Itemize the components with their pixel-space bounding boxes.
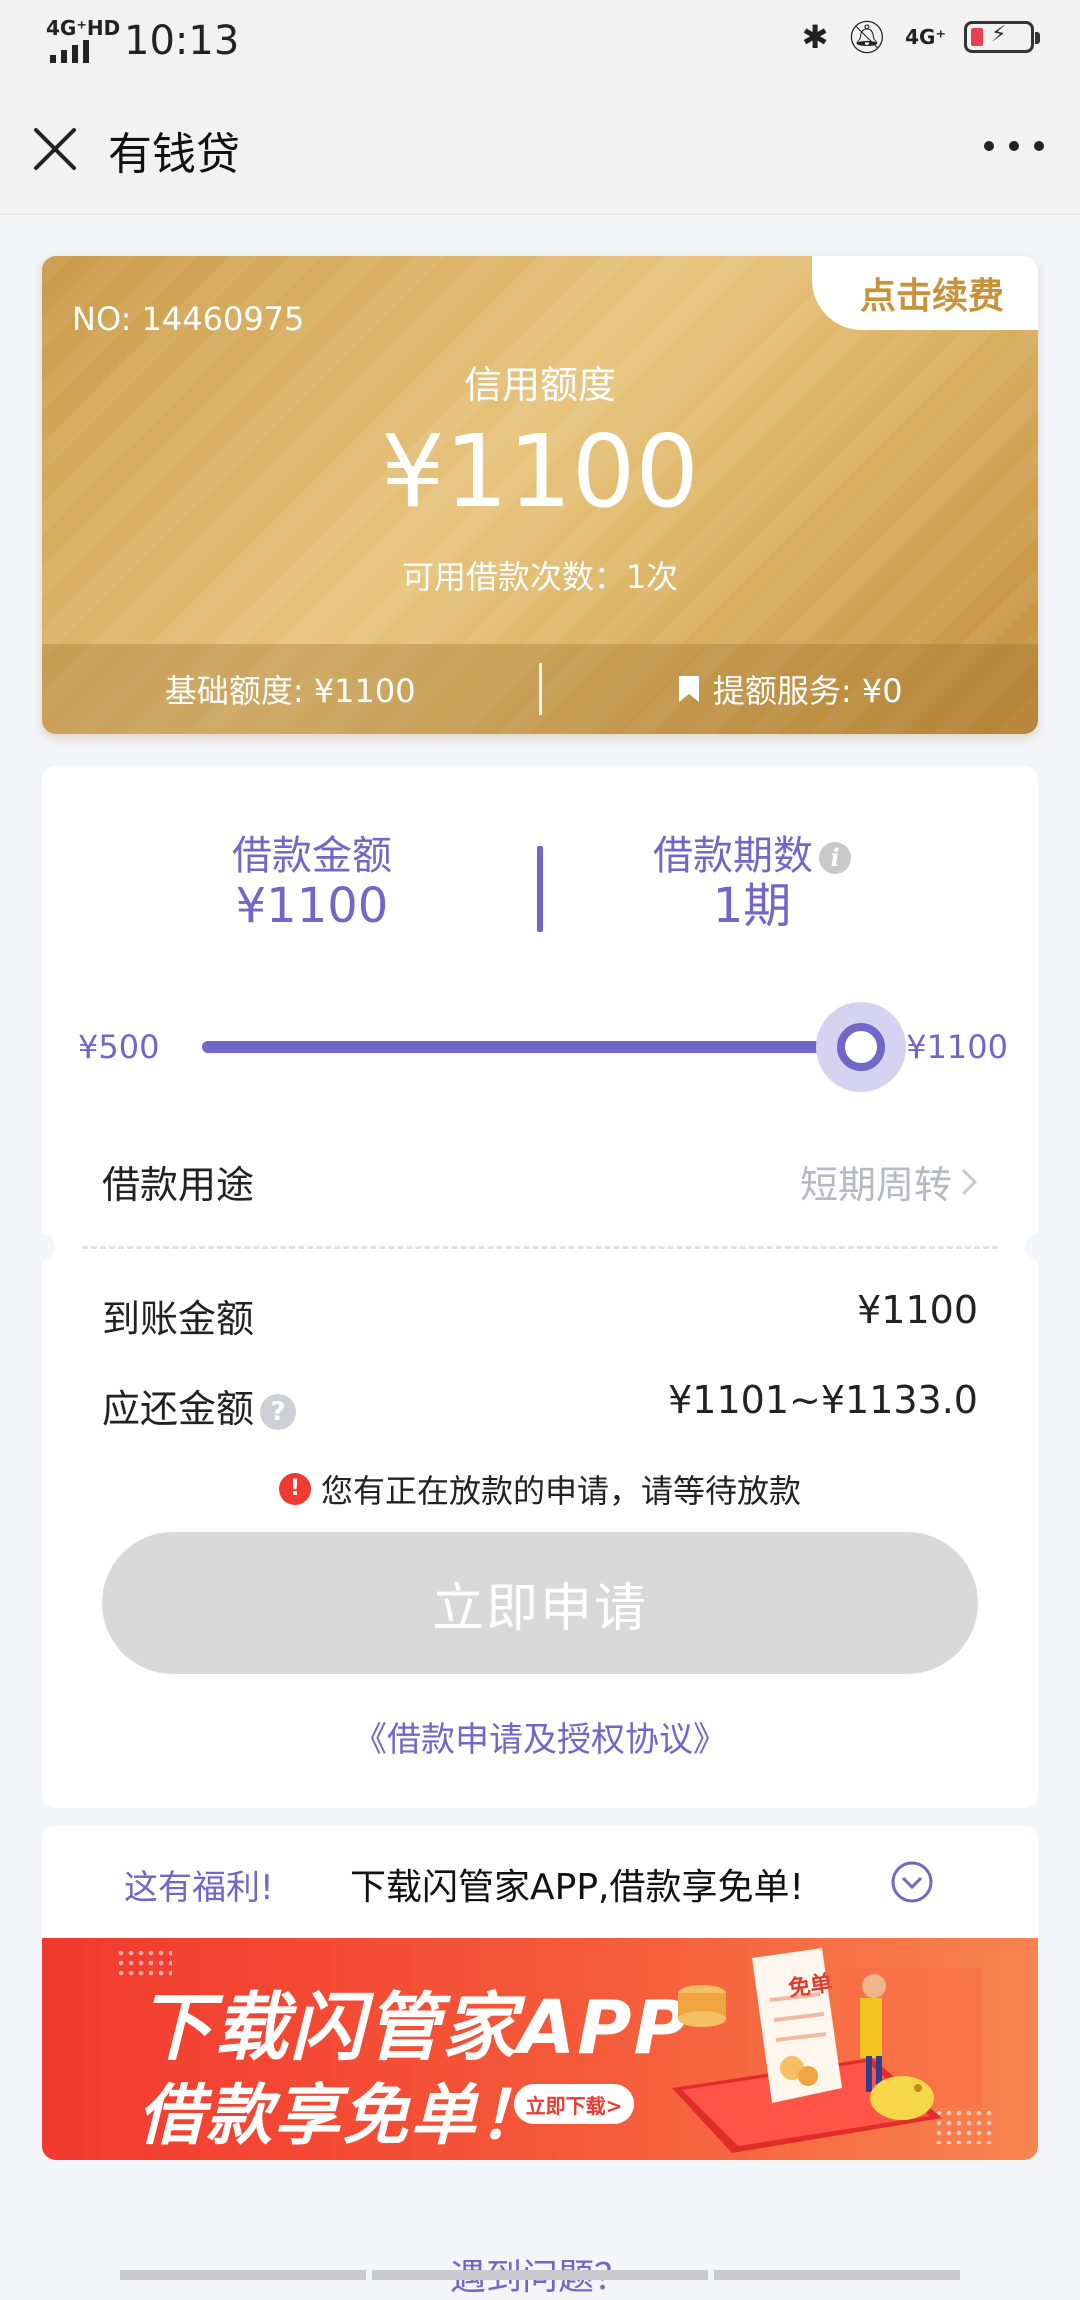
ticket-notch-left (29, 1234, 55, 1260)
help-icon[interactable]: ? (260, 1393, 297, 1430)
network-type-right: 4G⁺ (905, 25, 946, 49)
credit-card: 点击续费 NO: 14460975 信用额度 ¥1100 可用借款次数：1次 基… (42, 256, 1038, 734)
more-dots-icon[interactable] (984, 126, 1044, 166)
footer-tab-right (714, 2270, 960, 2280)
amount-slider-thumb[interactable] (816, 1002, 906, 1092)
boost-service[interactable]: 提额服务: ¥0 (542, 666, 1039, 712)
signal-icon (50, 40, 89, 63)
credit-limit-amount: ¥1100 (380, 413, 700, 530)
loan-term: 借款期数 i 1期 (562, 834, 942, 933)
loan-amount: 借款金额 ¥1100 (122, 834, 502, 933)
promo-text: 下载闪管家APP,借款享免单! (350, 1867, 804, 1908)
loan-panel: 借款金额 ¥1100 借款期数 i 1期 ¥500 ¥1100 借款用途 短期周转… (29, 766, 1051, 1808)
chevron-right-icon (961, 1168, 978, 1195)
dashed-divider (82, 1246, 998, 1249)
pending-warning: ! 您有正在放款的申请，请等待放款 (42, 1466, 1038, 1512)
loan-divider (537, 846, 543, 932)
slider-max-label: ¥1100 (906, 1028, 1008, 1066)
promo-panel: 这有福利! 下载闪管家APP,借款享免单! 下载闪管家APP 借款享免单！ 立即… (42, 1826, 1038, 2160)
ticket-notch-right (1025, 1234, 1051, 1260)
status-bar: 4G⁺HD 10:13 ✱ 🔕︎ 4G⁺ ⚡︎ (0, 0, 1080, 86)
footer-tab-left (120, 2270, 366, 2280)
promo-tag: 这有福利! (124, 1868, 274, 1908)
renew-button[interactable]: 点击续费 (812, 256, 1038, 330)
boost-service-text: 提额服务: ¥0 (712, 672, 903, 710)
slider-min-label: ¥500 (78, 1028, 160, 1066)
network-type: 4G⁺HD (46, 16, 121, 40)
arrive-amount-label: 到账金额 (102, 1297, 255, 1341)
repay-amount-value: ¥1101~¥1133.0 (668, 1378, 978, 1422)
banner-headline: 下载闪管家APP (138, 1985, 690, 2071)
battery-icon: ⚡︎ (964, 21, 1040, 53)
promo-header[interactable]: 这有福利! 下载闪管家APP,借款享免单! (42, 1826, 1038, 1938)
warning-icon: ! (278, 1473, 311, 1505)
status-icons: ✱ 🔕︎ 4G⁺ ⚡︎ (801, 18, 1040, 56)
page-title: 有钱贷 (108, 129, 240, 180)
mute-bell-icon: 🔕︎ (846, 18, 888, 56)
apply-button[interactable]: 立即申请 (102, 1532, 978, 1674)
card-footer: 基础额度: ¥1100 提额服务: ¥0 (42, 644, 1038, 734)
credit-limit-label: 信用额度 (463, 363, 616, 407)
pending-warning-text: 您有正在放款的申请，请等待放款 (320, 1472, 801, 1510)
arrive-amount-value: ¥1100 (857, 1288, 978, 1332)
chevron-down-circle-icon[interactable] (890, 1860, 934, 1904)
loan-amount-label: 借款金额 (232, 833, 392, 879)
amount-slider-track[interactable] (202, 1041, 858, 1053)
base-limit: 基础额度: ¥1100 (164, 672, 416, 710)
agreement-link[interactable]: 《借款申请及授权协议》 (42, 1712, 1038, 1761)
loan-purpose-row[interactable]: 借款用途 短期周转 (42, 1130, 1038, 1222)
bookmark-icon (678, 676, 699, 702)
loan-term-value: 1期 (712, 878, 792, 934)
available-count: 可用借款次数：1次 (401, 558, 679, 596)
banner-download-button[interactable]: 立即下载> (514, 2084, 634, 2124)
loan-term-label: 借款期数 (653, 833, 813, 879)
amount-slider-fill (202, 1041, 858, 1053)
banner-receipt-text: 免单 (786, 1971, 834, 2002)
banner-subline: 借款享免单！ (138, 2077, 546, 2154)
info-icon[interactable]: i (819, 842, 851, 874)
loan-purpose-label: 借款用途 (102, 1163, 255, 1207)
repay-amount-label: 应还金额 (102, 1387, 255, 1431)
nav-bar: 有钱贷 (0, 86, 1080, 215)
loan-amount-value: ¥1100 (235, 878, 389, 934)
footer-tab-center (372, 2270, 708, 2280)
close-icon[interactable] (30, 124, 82, 176)
loan-purpose-value: 短期周转 (799, 1163, 952, 1207)
card-number: NO: 14460975 (72, 300, 305, 338)
clock: 10:13 (124, 18, 240, 64)
promo-banner[interactable]: 下载闪管家APP 借款享免单！ 立即下载> 免单 (42, 1938, 1038, 2160)
bluetooth-icon: ✱ (801, 18, 829, 56)
